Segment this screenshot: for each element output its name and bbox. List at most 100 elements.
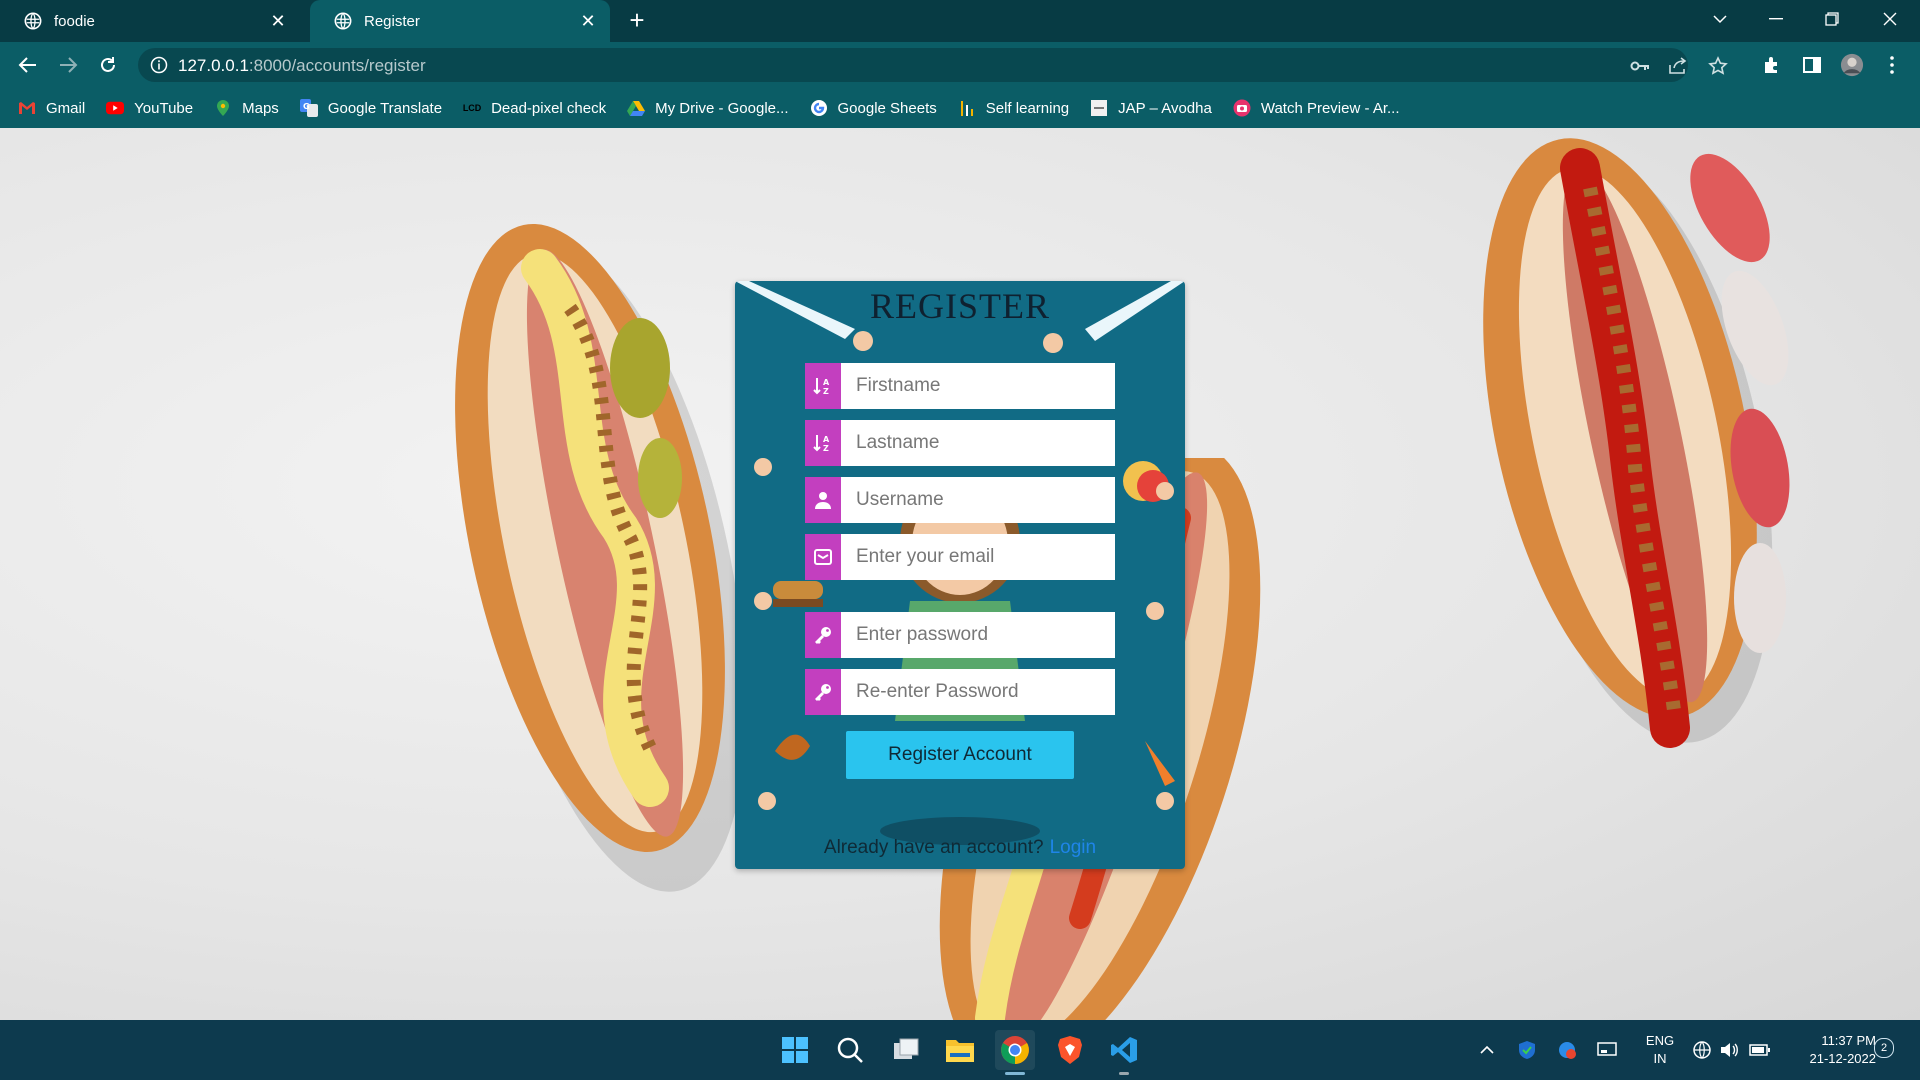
bookmark-label: YouTube — [134, 99, 194, 117]
url-path: :8000/accounts/register — [248, 56, 426, 75]
envelope-icon — [805, 534, 841, 580]
vscode-icon[interactable] — [1104, 1030, 1144, 1070]
username-input[interactable] — [841, 477, 1115, 523]
firstname-input[interactable] — [841, 363, 1115, 409]
search-icon[interactable] — [830, 1030, 870, 1070]
youtube-icon — [106, 99, 125, 117]
gmail-icon — [18, 99, 36, 117]
notification-badge[interactable]: 2 — [1874, 1038, 1894, 1058]
repassword-input[interactable] — [841, 669, 1115, 715]
windows-taskbar: ENG IN 11:37 PM 21-12-2022 2 — [0, 1020, 1920, 1080]
bookmark-google-sheets[interactable]: Google Sheets — [810, 99, 937, 117]
key-icon[interactable] — [1630, 56, 1650, 76]
svg-text:A: A — [823, 435, 830, 444]
chevron-up-icon[interactable] — [1475, 1038, 1499, 1062]
extensions-icon[interactable] — [1760, 53, 1784, 77]
register-card: REGISTER AZ AZ — [735, 281, 1185, 869]
volume-icon[interactable] — [1717, 1038, 1741, 1062]
bookmark-label: My Drive - Google... — [655, 99, 789, 117]
language-code: ENG — [1645, 1033, 1675, 1048]
new-tab-button[interactable]: + — [622, 5, 652, 36]
hotdog-image-right — [1483, 138, 1790, 748]
clock-date: 21-12-2022 — [1809, 1051, 1877, 1066]
sort-alpha-icon: AZ — [805, 420, 841, 466]
svg-text:Z: Z — [823, 444, 829, 453]
profile-avatar[interactable] — [1840, 53, 1864, 77]
bookmark-gmail[interactable]: Gmail — [18, 99, 85, 117]
clock-time: 11:37 PM — [1821, 1033, 1876, 1048]
task-view-icon[interactable] — [886, 1030, 926, 1070]
bookmark-youtube[interactable]: YouTube — [106, 99, 193, 117]
address-bar[interactable]: 127.0.0.1:8000/accounts/register — [138, 48, 1728, 82]
login-prompt-text: Already have an account? — [823, 837, 1044, 858]
close-tab-icon[interactable]: ✕ — [268, 11, 288, 32]
chrome-icon[interactable] — [995, 1030, 1035, 1070]
url-host: 127.0.0.1 — [178, 56, 249, 75]
google-icon — [810, 99, 828, 117]
brave-icon[interactable] — [1050, 1030, 1090, 1070]
firstname-field-group: AZ — [805, 363, 1115, 409]
page-icon — [1090, 99, 1108, 117]
active-app-indicator — [1005, 1072, 1025, 1075]
key-icon — [805, 612, 841, 658]
login-prompt: Already have an account? Login — [735, 837, 1185, 859]
network-globe-icon[interactable] — [1690, 1038, 1714, 1062]
site-info-icon[interactable] — [150, 56, 168, 74]
password-field-group — [805, 612, 1115, 658]
bookmark-self-learning[interactable]: Self learning — [958, 99, 1069, 117]
bookmark-label: Self learning — [985, 99, 1070, 117]
email-field-group — [805, 534, 1115, 580]
bookmark-star-icon[interactable] — [1708, 56, 1728, 76]
windows-start-icon[interactable] — [775, 1030, 815, 1070]
display-icon[interactable] — [1595, 1038, 1619, 1062]
svg-text:A: A — [823, 378, 830, 387]
tab-register[interactable]: Register ✕ — [310, 0, 610, 42]
email-input[interactable] — [841, 534, 1115, 580]
sort-alpha-icon: AZ — [805, 363, 841, 409]
bookmark-watch-preview[interactable]: Watch Preview - Ar... — [1233, 99, 1400, 117]
bookmark-my-drive[interactable]: My Drive - Google... — [627, 99, 789, 117]
svg-text:Z: Z — [823, 387, 829, 396]
bookmark-label: Watch Preview - Ar... — [1260, 99, 1400, 117]
menu-kebab-icon[interactable] — [1880, 53, 1904, 77]
key-icon — [805, 669, 841, 715]
tab-foodie[interactable]: foodie ✕ — [0, 0, 300, 42]
bars-icon — [958, 99, 976, 117]
close-window-button[interactable] — [1862, 0, 1918, 38]
security-shield-icon[interactable] — [1515, 1038, 1539, 1062]
back-button[interactable] — [14, 51, 42, 79]
reload-button[interactable] — [94, 51, 122, 79]
drive-icon — [627, 99, 646, 117]
bookmark-label: Google Translate — [327, 99, 443, 117]
bookmark-dead-pixel-check[interactable]: LCD Dead-pixel check — [463, 99, 606, 117]
close-tab-icon[interactable]: ✕ — [578, 11, 598, 32]
share-icon[interactable] — [1668, 56, 1688, 76]
login-link[interactable]: Login — [1050, 837, 1097, 858]
file-explorer-icon[interactable] — [940, 1030, 980, 1070]
browser-tab-bar: foodie ✕ Register ✕ + — [0, 0, 1920, 42]
restore-button[interactable] — [1804, 0, 1860, 38]
register-account-button[interactable]: Register Account — [846, 731, 1074, 779]
page-background: REGISTER AZ AZ — [0, 128, 1920, 1020]
user-icon — [805, 477, 841, 523]
globe-icon — [334, 12, 352, 30]
lastname-input[interactable] — [841, 420, 1115, 466]
bookmark-label: Gmail — [46, 99, 86, 117]
hotdog-image-left — [455, 223, 746, 892]
forward-button[interactable] — [54, 51, 82, 79]
system-clock[interactable]: 11:37 PM 21-12-2022 — [1786, 1032, 1877, 1068]
bookmarks-bar: Gmail YouTube Maps G Google Translate LC… — [0, 88, 1920, 128]
side-panel-icon[interactable] — [1800, 53, 1824, 77]
bookmark-jap-avodha[interactable]: JAP – Avodha — [1090, 99, 1212, 117]
url-text[interactable]: 127.0.0.1:8000/accounts/register — [178, 56, 426, 76]
input-language[interactable]: ENG IN — [1640, 1032, 1680, 1068]
browser-toolbar: 127.0.0.1:8000/accounts/register — [0, 42, 1920, 88]
bookmark-maps[interactable]: Maps — [214, 99, 279, 117]
tab-search-icon[interactable] — [1692, 0, 1748, 38]
minimize-button[interactable] — [1748, 0, 1804, 38]
battery-icon[interactable] — [1748, 1038, 1772, 1062]
password-input[interactable] — [841, 612, 1115, 658]
bookmark-google-translate[interactable]: G Google Translate — [299, 99, 443, 117]
bookmark-label: Maps — [242, 99, 279, 117]
vpn-icon[interactable] — [1555, 1038, 1579, 1062]
